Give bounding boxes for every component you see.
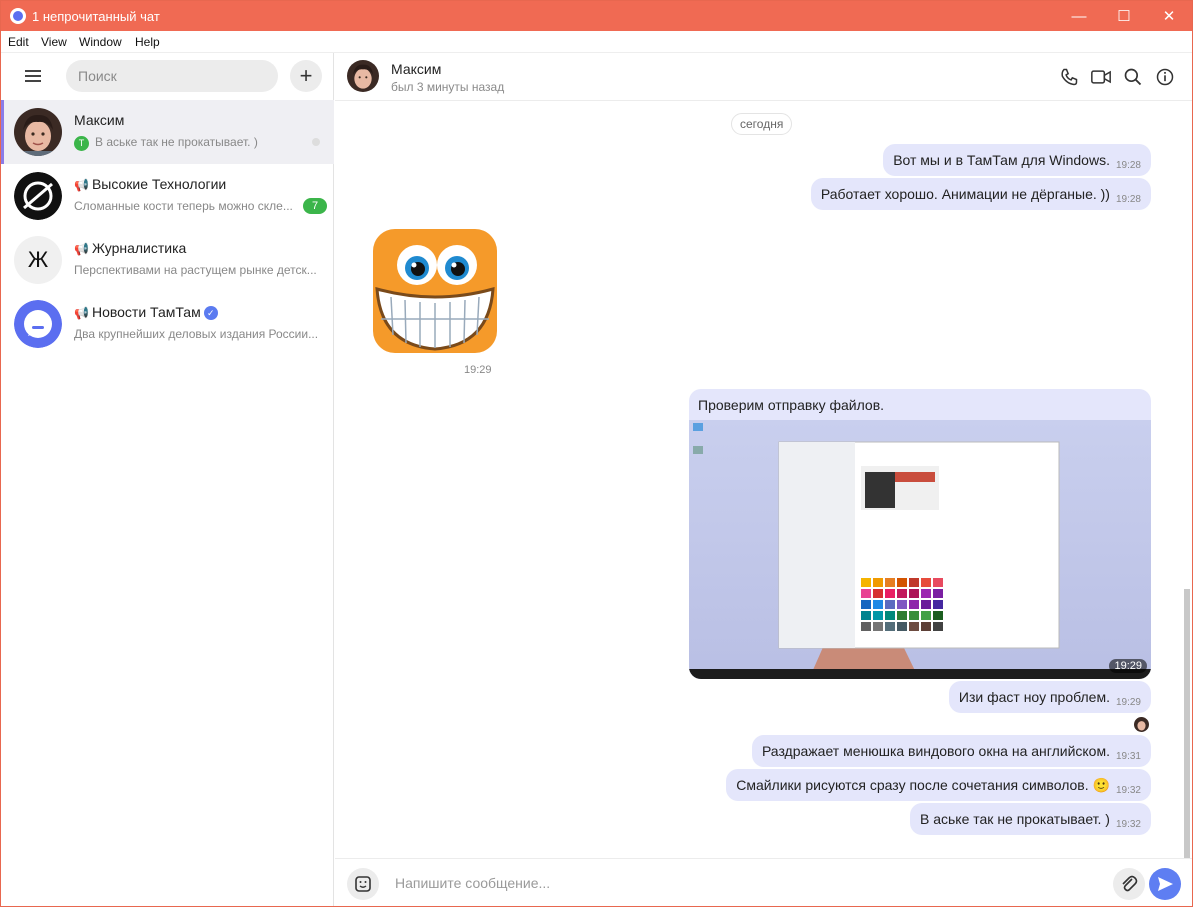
- message-bubble[interactable]: Вот мы и в ТамТам для Windows. 19:28: [883, 144, 1151, 176]
- search-input[interactable]: [78, 66, 268, 86]
- maximize-button[interactable]: ☐: [1101, 1, 1147, 31]
- message-input[interactable]: [395, 873, 1095, 893]
- message-time: 19:32: [1115, 819, 1141, 830]
- send-icon: [1158, 877, 1173, 891]
- menu-bar: Edit View Window Help: [1, 31, 1192, 53]
- message-time: 19:32: [1115, 785, 1141, 796]
- attach-button[interactable]: [1113, 868, 1145, 900]
- smile-icon: [355, 876, 371, 892]
- close-button[interactable]: ✕: [1146, 1, 1192, 31]
- search-box[interactable]: [66, 60, 278, 92]
- chat-name: 📢 Журналистика: [74, 240, 187, 256]
- message-scrollbar[interactable]: [1184, 589, 1190, 859]
- new-chat-button[interactable]: +: [290, 60, 322, 92]
- smile-emoji-icon: 🙂: [1092, 777, 1110, 793]
- message-bubble[interactable]: Изи фаст ноу проблем. 19:29: [948, 681, 1151, 713]
- message-bubble[interactable]: Раздражает менюшка виндового окна на анг…: [751, 735, 1151, 767]
- message-list[interactable]: сегодня Вот мы и в ТамТам для Windows. 19…: [335, 101, 1192, 858]
- message-bubble[interactable]: Смайлики рисуются сразу после сочетания …: [726, 769, 1151, 801]
- unread-badge: 7: [303, 198, 327, 214]
- menu-edit[interactable]: Edit: [8, 35, 29, 49]
- video-icon[interactable]: [1090, 67, 1112, 87]
- chat-item-high-tech[interactable]: 📢 Высокие Технологии Сломанные кости тепе…: [1, 164, 334, 228]
- file-time: 19:29: [1109, 659, 1147, 673]
- chat-preview: Перспективами на растущем рынке детск...: [74, 263, 317, 277]
- chat-list-sidebar: + Максим ТВ аське так не прокатывает. ): [1, 53, 334, 906]
- header-avatar[interactable]: [347, 60, 379, 92]
- smiley-sticker[interactable]: [371, 227, 499, 355]
- minimize-button[interactable]: —: [1056, 1, 1102, 31]
- megaphone-icon: 📢: [74, 178, 89, 192]
- message-time: 19:31: [1115, 751, 1141, 762]
- search-icon[interactable]: [1123, 67, 1143, 87]
- chat-name: 📢 Новости ТамТам ✓: [74, 304, 218, 320]
- avatar: [14, 300, 62, 348]
- file-message[interactable]: Проверим отправку файлов. 19:29: [689, 389, 1151, 679]
- paperclip-icon: [1122, 875, 1138, 892]
- hamburger-menu-icon[interactable]: [25, 70, 41, 82]
- menu-view[interactable]: View: [41, 35, 67, 49]
- avatar: [14, 108, 62, 156]
- sticker-time: 19:29: [464, 364, 492, 376]
- read-status-dot: [312, 138, 320, 146]
- app-window: 1 непрочитанный чат — ☐ ✕ Edit View Wind…: [0, 0, 1193, 907]
- app-logo-icon: [10, 8, 26, 24]
- date-separator: сегодня: [731, 113, 793, 135]
- verified-icon: ✓: [203, 306, 218, 320]
- chat-header: Максим был 3 минуты назад: [335, 53, 1192, 101]
- message-time: 19:28: [1115, 194, 1141, 205]
- title-bar: 1 непрочитанный чат — ☐ ✕: [1, 1, 1192, 31]
- sender-avatar: Т: [74, 136, 89, 151]
- megaphone-icon: 📢: [74, 306, 89, 320]
- message-composer: [335, 858, 1192, 906]
- avatar: Ж: [14, 236, 62, 284]
- last-seen-status: был 3 минуты назад: [391, 80, 505, 94]
- chat-item-tamtam-news[interactable]: 📢 Новости ТамТам ✓ Два крупнейших деловых …: [1, 292, 334, 356]
- message-bubble[interactable]: Работает хорошо. Анимации не дёрганые. )…: [810, 178, 1151, 210]
- info-icon[interactable]: [1155, 67, 1175, 87]
- chat-preview: Сломанные кости теперь можно скле...: [74, 199, 293, 213]
- menu-help[interactable]: Help: [135, 35, 160, 49]
- contact-name[interactable]: Максим: [391, 61, 441, 77]
- chat-item-journalism[interactable]: Ж 📢 Журналистика Перспективами на растуще…: [1, 228, 334, 292]
- phone-icon[interactable]: [1059, 67, 1079, 87]
- menu-window[interactable]: Window: [79, 35, 122, 49]
- window-title: 1 непрочитанный чат: [32, 9, 160, 24]
- file-caption: Проверим отправку файлов.: [698, 397, 885, 413]
- megaphone-icon: 📢: [74, 242, 89, 256]
- chat-panel: Максим был 3 минуты назад сегодня Вот мы…: [335, 53, 1192, 906]
- chat-name: 📢 Высокие Технологии: [74, 176, 227, 192]
- read-receipt-avatar: [1134, 717, 1149, 732]
- chat-item-maksim[interactable]: Максим ТВ аське так не прокатывает. ): [1, 100, 334, 164]
- send-button[interactable]: [1149, 868, 1181, 900]
- emoji-button[interactable]: [347, 868, 379, 900]
- chat-preview: ТВ аське так не прокатывает. ): [74, 135, 320, 151]
- message-bubble[interactable]: В аське так не прокатывает. ) 19:32: [910, 803, 1151, 835]
- message-time: 19:29: [1115, 697, 1141, 708]
- message-time: 19:28: [1115, 160, 1141, 171]
- chat-preview: Два крупнейших деловых издания России...: [74, 327, 319, 341]
- screenshot-preview-image[interactable]: [689, 420, 1151, 679]
- chat-name: Максим: [74, 112, 125, 128]
- avatar: [14, 172, 62, 220]
